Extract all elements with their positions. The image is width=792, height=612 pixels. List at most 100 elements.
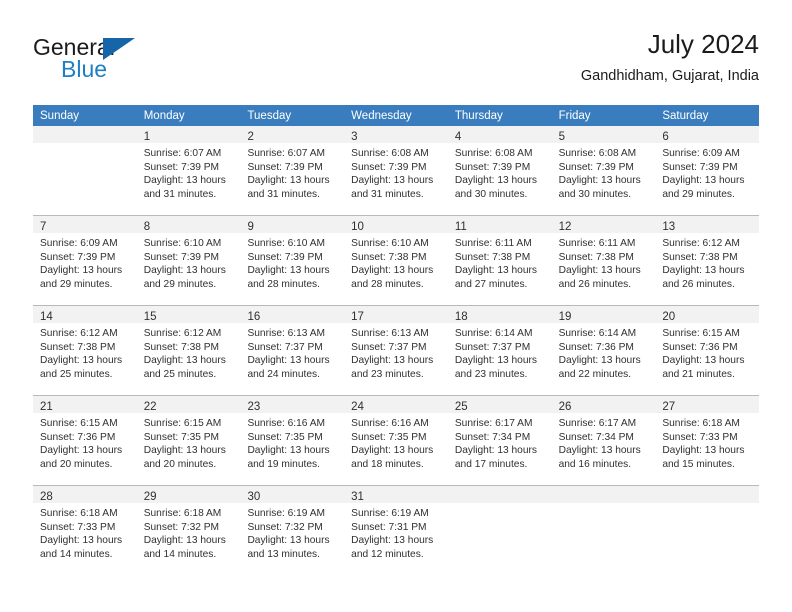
day-number-bar: 19 [551, 306, 656, 323]
day-sun-info: Sunrise: 6:14 AM Sunset: 7:36 PM Daylight:… [552, 323, 656, 387]
day-cell[interactable]: 30 Sunrise: 6:19 AM Sunset: 7:32 PM Dayligh… [240, 486, 345, 575]
day-cell[interactable]: 14 Sunrise: 6:12 AM Sunset: 7:38 PM Dayligh… [33, 306, 137, 395]
daylight-text-line2: and 18 minutes. [351, 458, 424, 470]
weekday-header-monday: Monday [143, 110, 185, 122]
sunset-text: Sunset: 7:38 PM [454, 251, 531, 263]
sunset-text: Sunset: 7:39 PM [247, 161, 323, 173]
day-cell[interactable]: 21 Sunrise: 6:15 AM Sunset: 7:36 PM Dayligh… [33, 396, 137, 485]
day-number-bar: 26 [551, 396, 656, 413]
weekday-header-tuesday: Tuesday [247, 110, 292, 122]
day-cell[interactable]: 10 Sunrise: 6:10 AM Sunset: 7:38 PM Dayligh… [344, 216, 448, 305]
sunrise-text: Sunrise: 6:07 AM [247, 148, 326, 159]
day-cell[interactable]: 17 Sunrise: 6:13 AM Sunset: 7:37 PM Dayligh… [344, 306, 448, 395]
sunrise-text: Sunrise: 6:13 AM [351, 328, 429, 339]
day-number-bar: 22 [136, 396, 241, 413]
day-number: 9 [247, 221, 254, 233]
day-number-bar: 11 [447, 216, 552, 233]
day-cell[interactable]: 16 Sunrise: 6:13 AM Sunset: 7:37 PM Dayligh… [240, 306, 345, 395]
daylight-text-line2: and 29 minutes. [143, 278, 217, 290]
daylight-text-line1: Daylight: 13 hours [662, 265, 745, 277]
day-cell[interactable]: 13 Sunrise: 6:12 AM Sunset: 7:38 PM Dayligh… [655, 216, 760, 305]
daylight-text-line2: and 16 minutes. [558, 458, 632, 470]
daylight-text-line1: Daylight: 13 hours [662, 445, 745, 457]
day-cell[interactable]: 20 Sunrise: 6:15 AM Sunset: 7:36 PM Dayligh… [655, 306, 760, 395]
daylight-text-line2: and 31 minutes. [247, 188, 320, 200]
day-cell[interactable]: 7 Sunrise: 6:09 AM Sunset: 7:39 PM Daylight… [33, 216, 137, 305]
sunrise-text: Sunrise: 6:12 AM [143, 328, 222, 339]
sunrise-text: Sunrise: 6:15 AM [143, 418, 222, 429]
daylight-text-line1: Daylight: 13 hours [351, 175, 434, 187]
sunset-text: Sunset: 7:39 PM [558, 161, 634, 173]
day-number-bar: 23 [240, 396, 345, 413]
day-sun-info: Sunrise: 6:17 AM Sunset: 7:34 PM Daylight:… [448, 413, 552, 477]
day-cell[interactable]: 22 Sunrise: 6:15 AM Sunset: 7:35 PM Dayligh… [136, 396, 241, 485]
day-number: 24 [351, 401, 364, 413]
day-cell[interactable]: 6 Sunrise: 6:09 AM Sunset: 7:39 PM Daylight… [655, 126, 760, 215]
general-blue-logo[interactable]: General Blue [33, 34, 263, 92]
day-number-bar: 27 [655, 396, 760, 413]
sunrise-text: Sunrise: 6:08 AM [558, 148, 637, 159]
daylight-text-line2: and 19 minutes. [247, 458, 320, 470]
day-number: 8 [143, 221, 151, 233]
day-number-bar: 5 [551, 126, 656, 143]
day-cell[interactable]: 19 Sunrise: 6:14 AM Sunset: 7:36 PM Dayligh… [551, 306, 656, 395]
day-number: 15 [143, 311, 157, 323]
day-number-bar: 13 [655, 216, 760, 233]
day-cell[interactable]: 1 Sunrise: 6:07 AM Sunset: 7:39 PM Daylight… [136, 126, 241, 215]
day-cell[interactable]: 8 Sunrise: 6:10 AM Sunset: 7:39 PM Daylight… [136, 216, 241, 305]
logo-text-blue: Blue [61, 56, 108, 82]
day-cell[interactable]: 11 Sunrise: 6:11 AM Sunset: 7:38 PM Dayligh… [447, 216, 552, 305]
day-cell[interactable]: 27 Sunrise: 6:18 AM Sunset: 7:33 PM Dayligh… [655, 396, 760, 485]
sunrise-text: Sunrise: 6:08 AM [454, 148, 533, 159]
sunset-text: Sunset: 7:34 PM [558, 431, 634, 443]
daylight-text-line1: Daylight: 13 hours [454, 265, 537, 277]
sunrise-text: Sunrise: 6:10 AM [247, 238, 326, 249]
day-cell[interactable]: 5 Sunrise: 6:08 AM Sunset: 7:39 PM Daylight… [551, 126, 656, 215]
day-number: 17 [351, 311, 364, 323]
day-number-bar: 28 [33, 486, 137, 503]
day-cell[interactable]: 12 Sunrise: 6:11 AM Sunset: 7:38 PM Dayligh… [551, 216, 656, 305]
day-number-bar: 20 [655, 306, 760, 323]
day-sun-info: Sunrise: 6:09 AM Sunset: 7:39 PM Daylight:… [33, 233, 137, 297]
daylight-text-line2: and 24 minutes. [247, 368, 320, 380]
day-cell[interactable]: 4 Sunrise: 6:08 AM Sunset: 7:39 PM Daylight… [447, 126, 552, 215]
daylight-text-line2: and 30 minutes. [558, 188, 632, 200]
day-cell[interactable]: 15 Sunrise: 6:12 AM Sunset: 7:38 PM Dayligh… [136, 306, 241, 395]
day-cell[interactable]: 2 Sunrise: 6:07 AM Sunset: 7:39 PM Daylight… [240, 126, 345, 215]
day-cell[interactable]: 24 Sunrise: 6:16 AM Sunset: 7:35 PM Dayligh… [344, 396, 448, 485]
day-cell-empty [551, 486, 656, 575]
day-number: 19 [558, 311, 572, 323]
sunset-text: Sunset: 7:38 PM [40, 341, 116, 353]
day-cell[interactable]: 25 Sunrise: 6:17 AM Sunset: 7:34 PM Dayligh… [447, 396, 552, 485]
day-cell[interactable]: 29 Sunrise: 6:18 AM Sunset: 7:32 PM Dayligh… [136, 486, 241, 575]
day-cell[interactable]: 31 Sunrise: 6:19 AM Sunset: 7:31 PM Dayligh… [344, 486, 448, 575]
sunrise-text: Sunrise: 6:16 AM [351, 418, 429, 429]
day-cell[interactable]: 9 Sunrise: 6:10 AM Sunset: 7:39 PM Daylight… [240, 216, 345, 305]
day-sun-info: Sunrise: 6:13 AM Sunset: 7:37 PM Daylight:… [240, 323, 344, 387]
daylight-text-line2: and 27 minutes. [454, 278, 528, 290]
day-cell[interactable]: 23 Sunrise: 6:16 AM Sunset: 7:35 PM Dayligh… [240, 396, 345, 485]
daylight-text-line1: Daylight: 13 hours [558, 265, 641, 277]
day-number-bar [551, 486, 656, 503]
day-number: 29 [143, 491, 157, 503]
daylight-text-line2: and 20 minutes. [143, 458, 217, 470]
sunrise-text: Sunrise: 6:10 AM [351, 238, 429, 249]
day-number: 5 [558, 131, 565, 143]
daylight-text-line2: and 25 minutes. [143, 368, 217, 380]
day-cell[interactable]: 26 Sunrise: 6:17 AM Sunset: 7:34 PM Dayligh… [551, 396, 656, 485]
day-number-bar: 4 [447, 126, 552, 143]
page-title: July 2024 [647, 29, 759, 59]
daylight-text-line2: and 29 minutes. [40, 278, 113, 290]
day-cell[interactable]: 18 Sunrise: 6:14 AM Sunset: 7:37 PM Dayligh… [447, 306, 552, 395]
sunrise-text: Sunrise: 6:17 AM [558, 418, 637, 429]
day-number-bar: 7 [33, 216, 137, 233]
weekday-header-saturday: Saturday [662, 110, 709, 122]
day-number-bar: 3 [344, 126, 448, 143]
daylight-text-line2: and 23 minutes. [454, 368, 528, 380]
day-number-bar: 12 [551, 216, 656, 233]
day-sun-info: Sunrise: 6:18 AM Sunset: 7:33 PM Daylight:… [655, 413, 759, 477]
day-number: 1 [143, 131, 151, 143]
daylight-text-line1: Daylight: 13 hours [351, 445, 434, 457]
day-cell[interactable]: 3 Sunrise: 6:08 AM Sunset: 7:39 PM Daylight… [344, 126, 448, 215]
day-cell[interactable]: 28 Sunrise: 6:18 AM Sunset: 7:33 PM Dayligh… [33, 486, 137, 575]
